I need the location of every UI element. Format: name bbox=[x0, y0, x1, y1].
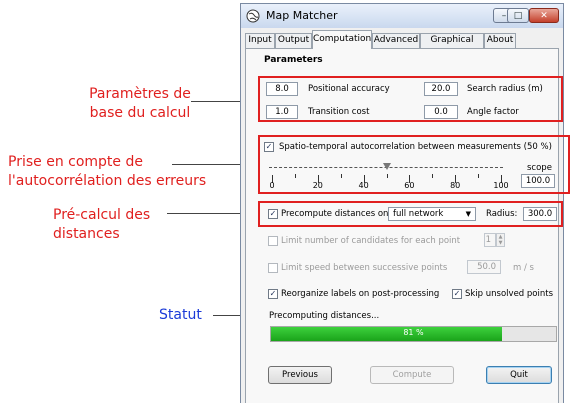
reorganize-label: Reorganize labels on post-processing bbox=[281, 289, 440, 299]
tab-input[interactable]: Input bbox=[245, 33, 275, 48]
limit-candidates-checkbox[interactable] bbox=[268, 236, 278, 246]
annotation-params-line1: Paramètres de bbox=[89, 86, 191, 102]
check-icon: ✓ bbox=[269, 289, 277, 298]
title-bar[interactable]: Map Matcher – □ ✕ bbox=[241, 4, 563, 28]
status-text: Precomputing distances... bbox=[269, 311, 380, 321]
close-icon: ✕ bbox=[540, 10, 548, 21]
tab-advanced[interactable]: Advanced bbox=[372, 33, 420, 48]
params-highlight-box bbox=[258, 76, 563, 122]
tab-graphical-plot[interactable]: Graphical plot bbox=[420, 33, 484, 58]
spin-down-icon: ▼ bbox=[498, 240, 503, 246]
skip-unsolved-label: Skip unsolved points bbox=[465, 289, 554, 299]
maximize-button[interactable]: □ bbox=[507, 8, 529, 23]
limit-candidates-spinbox[interactable]: 1 bbox=[484, 233, 496, 247]
autocorr-highlight-box bbox=[258, 135, 570, 194]
annotation-status: Statut bbox=[159, 307, 202, 323]
limit-candidates-label: Limit number of candidates for each poin… bbox=[281, 236, 461, 246]
minimize-icon: – bbox=[501, 10, 507, 21]
annotation-precompute-line2: distances bbox=[53, 226, 120, 242]
tab-about[interactable]: About bbox=[484, 33, 516, 48]
tab-bar: Input Output Computation Advanced Graphi… bbox=[245, 30, 559, 58]
previous-button[interactable]: Previous bbox=[268, 366, 332, 384]
limit-speed-checkbox[interactable] bbox=[268, 263, 278, 273]
annotation-precompute-line1: Pré-calcul des bbox=[53, 207, 151, 223]
maximize-icon: □ bbox=[513, 10, 523, 21]
check-icon: ✓ bbox=[453, 289, 461, 298]
progress-label: 81 % bbox=[403, 328, 424, 337]
annotation-autocorr-line1: Prise en compte de bbox=[8, 154, 143, 170]
progress-bar: 81 % bbox=[270, 326, 557, 342]
annotation-params: Paramètres de base du calcul bbox=[76, 85, 204, 123]
limit-speed-input[interactable]: 50.0 bbox=[467, 260, 501, 274]
tab-computation[interactable]: Computation bbox=[312, 30, 372, 49]
annotation-autocorr-line2: l'autocorrélation des erreurs bbox=[8, 173, 207, 189]
compute-button[interactable]: Compute bbox=[370, 366, 454, 384]
limit-candidates-spinner[interactable]: ▲ ▼ bbox=[496, 233, 505, 247]
precompute-highlight-box bbox=[258, 201, 563, 227]
limit-speed-unit: m / s bbox=[513, 263, 534, 273]
skip-unsolved-checkbox[interactable]: ✓ bbox=[452, 289, 462, 299]
tab-output[interactable]: Output bbox=[275, 33, 312, 48]
annotation-params-line2: base du calcul bbox=[89, 105, 191, 121]
app-globe-icon bbox=[246, 9, 260, 23]
reorganize-checkbox[interactable]: ✓ bbox=[268, 289, 278, 299]
annotation-precompute: Pré-calcul des distances bbox=[53, 206, 150, 244]
window-title: Map Matcher bbox=[266, 9, 338, 22]
close-button[interactable]: ✕ bbox=[529, 8, 559, 23]
quit-button[interactable]: Quit bbox=[486, 366, 552, 384]
annotation-autocorr: Prise en compte de l'autocorrélation des… bbox=[8, 153, 206, 191]
limit-speed-label: Limit speed between successive points bbox=[281, 263, 448, 273]
parameters-heading: Parameters bbox=[264, 55, 323, 65]
